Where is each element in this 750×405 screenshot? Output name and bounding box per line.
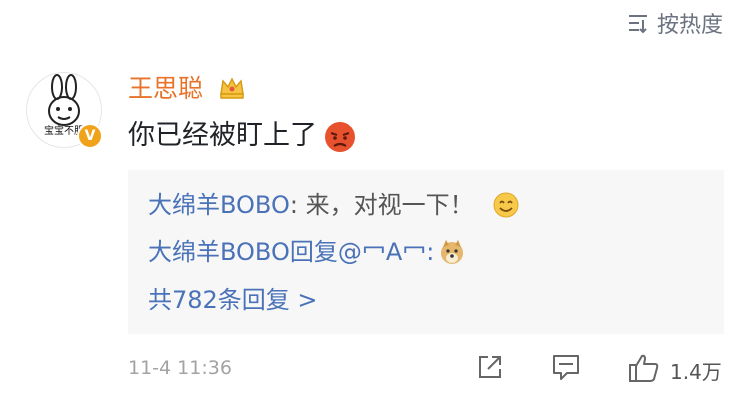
view-all-replies-link[interactable]: 共782条回复 > <box>148 284 318 316</box>
comment-icon[interactable] <box>551 353 581 381</box>
verified-badge-icon: V <box>77 123 103 149</box>
comment-timestamp: 11-4 11:36 <box>128 357 232 379</box>
username[interactable]: 王思聪 <box>128 74 203 104</box>
reply-preview-box[interactable]: 大绵羊BOBO : 来，对视一下！ 大绵羊BOBO 回复@冖A冖: 共782条回… <box>128 170 724 334</box>
crown-icon <box>220 77 244 99</box>
reply-item[interactable]: 大绵羊BOBO 回复@冖A冖: <box>148 236 466 268</box>
sort-label: 按热度 <box>656 13 723 38</box>
thumbs-up-icon[interactable] <box>628 353 660 383</box>
comment-body: 你已经被盯上了 <box>128 120 317 151</box>
angry-face-emoji <box>325 121 355 152</box>
reply-author-link[interactable]: 大绵羊BOBO <box>148 189 290 221</box>
smile-emoji <box>493 192 519 218</box>
doge-emoji <box>441 240 464 264</box>
share-icon[interactable] <box>476 353 504 381</box>
reply-text: : 来，对视一下！ <box>289 191 474 219</box>
like-count: 1.4万 <box>670 360 722 384</box>
sort-icon <box>628 15 647 34</box>
reply-author-link[interactable]: 大绵羊BOBO <box>148 236 290 268</box>
sort-by-heat-button[interactable]: 按热度 <box>627 7 723 39</box>
reply-text: 回复@冖A冖: <box>289 238 435 266</box>
comment-text: 你已经被盯上了 <box>128 118 357 154</box>
reply-item[interactable]: 大绵羊BOBO : 来，对视一下！ <box>148 189 520 221</box>
